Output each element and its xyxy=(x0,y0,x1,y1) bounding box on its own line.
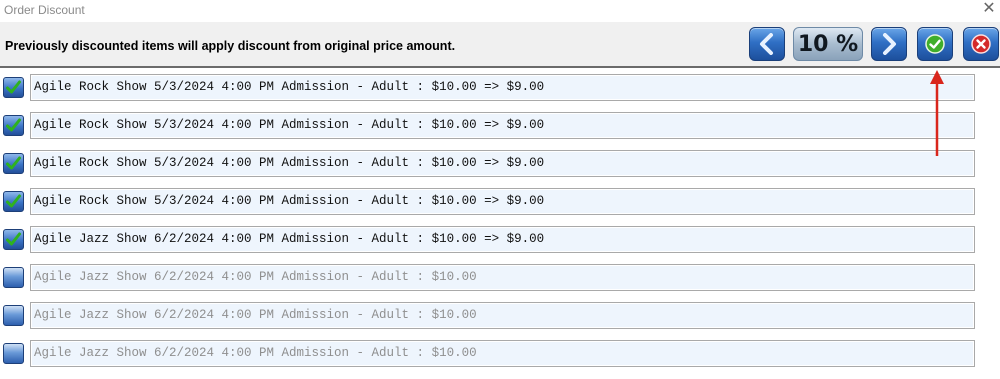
checkmark-icon xyxy=(6,232,21,246)
item-checkbox[interactable] xyxy=(3,77,24,98)
item-text[interactable]: Agile Rock Show 5/3/2024 4:00 PM Admissi… xyxy=(30,188,975,215)
toolbar: Previously discounted items will apply d… xyxy=(0,22,1000,68)
checkmark-icon xyxy=(6,80,21,94)
list-item: Agile Rock Show 5/3/2024 4:00 PM Admissi… xyxy=(0,108,1000,139)
checkmark-icon xyxy=(6,118,21,132)
discount-percent-label: 10 % xyxy=(797,31,859,57)
chevron-right-icon xyxy=(883,33,896,55)
checkmark-icon xyxy=(6,156,21,170)
item-text[interactable]: Agile Jazz Show 6/2/2024 4:00 PM Admissi… xyxy=(30,302,975,329)
chevron-left-icon xyxy=(760,33,773,55)
info-message: Previously discounted items will apply d… xyxy=(5,39,456,53)
ok-button[interactable] xyxy=(917,27,953,61)
item-checkbox[interactable] xyxy=(3,153,24,174)
item-text[interactable]: Agile Rock Show 5/3/2024 4:00 PM Admissi… xyxy=(30,150,975,177)
list-item: Agile Jazz Show 6/2/2024 4:00 PM Admissi… xyxy=(0,260,1000,291)
item-text[interactable]: Agile Rock Show 5/3/2024 4:00 PM Admissi… xyxy=(30,112,975,139)
checkmark-circle-icon xyxy=(925,34,945,54)
title-bar: Order Discount ✕ xyxy=(0,0,1000,22)
list-item: Agile Rock Show 5/3/2024 4:00 PM Admissi… xyxy=(0,70,1000,101)
item-checkbox[interactable] xyxy=(3,343,24,364)
list-item: Agile Jazz Show 6/2/2024 4:00 PM Admissi… xyxy=(0,298,1000,329)
item-text[interactable]: Agile Jazz Show 6/2/2024 4:00 PM Admissi… xyxy=(30,226,975,253)
item-checkbox[interactable] xyxy=(3,305,24,326)
list-item: Agile Rock Show 5/3/2024 4:00 PM Admissi… xyxy=(0,184,1000,215)
discount-percent-button[interactable]: 10 % xyxy=(793,27,863,61)
list-item: Agile Jazz Show 6/2/2024 4:00 PM Admissi… xyxy=(0,222,1000,253)
close-circle-icon xyxy=(971,34,991,54)
close-icon[interactable]: ✕ xyxy=(978,0,1000,20)
item-checkbox[interactable] xyxy=(3,115,24,136)
window-title: Order Discount xyxy=(4,3,85,17)
list-item: Agile Rock Show 5/3/2024 4:00 PM Admissi… xyxy=(0,146,1000,177)
cancel-button[interactable] xyxy=(963,27,999,61)
checkmark-icon xyxy=(6,194,21,208)
previous-button[interactable] xyxy=(749,27,785,61)
list-item: Agile Jazz Show 6/2/2024 4:00 PM Admissi… xyxy=(0,336,1000,367)
item-text[interactable]: Agile Rock Show 5/3/2024 4:00 PM Admissi… xyxy=(30,74,975,101)
item-checkbox[interactable] xyxy=(3,191,24,212)
item-text[interactable]: Agile Jazz Show 6/2/2024 4:00 PM Admissi… xyxy=(30,340,975,367)
item-checkbox[interactable] xyxy=(3,229,24,250)
next-button[interactable] xyxy=(871,27,907,61)
item-text[interactable]: Agile Jazz Show 6/2/2024 4:00 PM Admissi… xyxy=(30,264,975,291)
item-checkbox[interactable] xyxy=(3,267,24,288)
annotation-arrow-icon xyxy=(930,70,944,156)
